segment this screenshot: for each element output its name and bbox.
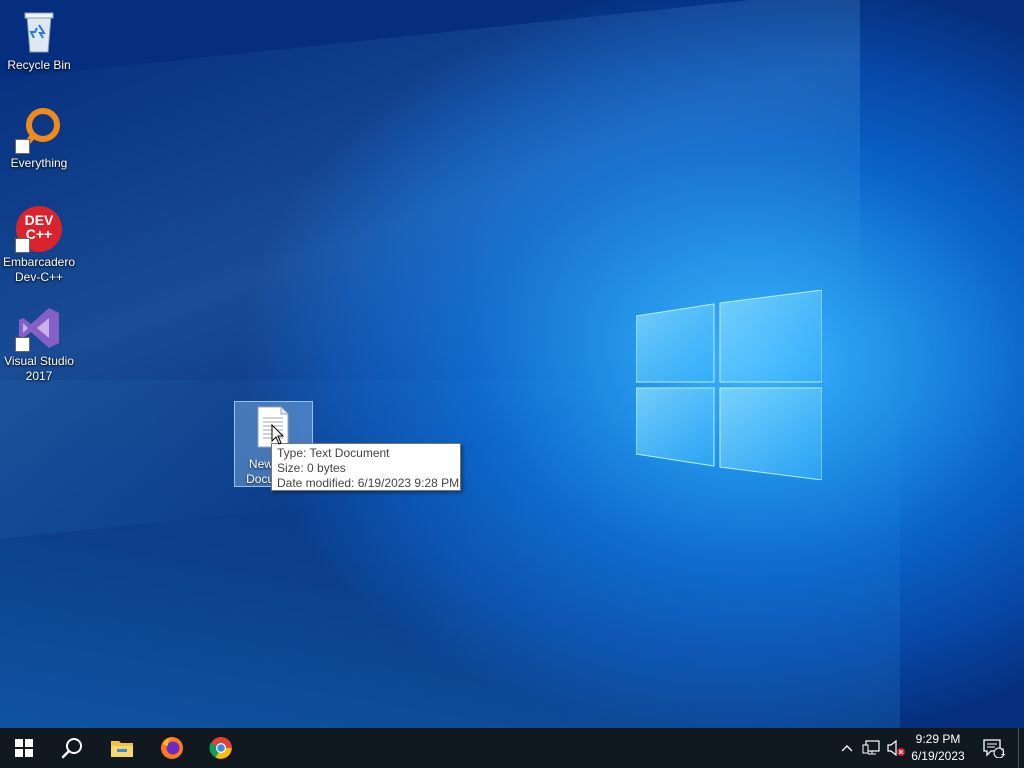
tooltip-type: Type: Text Document [277, 446, 390, 460]
desktop-icon-everything[interactable]: Everything [0, 106, 78, 171]
desktop-icon-visual-studio[interactable]: Visual Studio 2017 [0, 304, 78, 384]
show-hidden-icons-button[interactable] [836, 728, 858, 768]
shortcut-arrow-icon [15, 337, 30, 352]
file-explorer-button[interactable] [98, 728, 146, 768]
notification-count: 1 [1000, 747, 1006, 757]
start-icon [15, 739, 33, 757]
desktop[interactable]: Recycle Bin Everything DEV C++ Embarcade… [0, 0, 1024, 728]
tooltip-size: Size: 0 bytes [277, 461, 346, 475]
taskbar: 9:29 PM 6/19/2023 1 [0, 728, 1024, 768]
network-icon [862, 740, 880, 755]
firefox-button[interactable] [148, 728, 196, 768]
dev-cpp-logo-text: DEV C++ [24, 212, 54, 242]
desktop-icon-label: Everything [10, 156, 68, 170]
chrome-button[interactable] [197, 728, 245, 768]
clock-time: 9:29 PM [915, 732, 961, 746]
search-icon [61, 738, 82, 759]
search-button[interactable] [48, 728, 96, 768]
chrome-icon [209, 737, 232, 759]
system-clock[interactable]: 9:29 PM 6/19/2023 [898, 728, 978, 768]
visual-studio-icon [15, 304, 63, 352]
firefox-icon [161, 737, 183, 759]
dev-cpp-icon: DEV C++ [15, 205, 63, 253]
mouse-cursor-icon [271, 424, 285, 445]
action-center-button[interactable]: 1 [978, 728, 1008, 768]
network-button[interactable] [859, 728, 883, 768]
desktop-icon-dev-cpp[interactable]: DEV C++ Embarcadero Dev-C++ [0, 205, 78, 285]
start-button[interactable] [0, 728, 48, 768]
windows-logo-wallpaper [636, 290, 822, 480]
desktop-icon-label: Recycle Bin [7, 58, 71, 72]
show-desktop-button[interactable] [1018, 728, 1024, 768]
shortcut-arrow-icon [15, 139, 30, 154]
desktop-icon-label: Embarcadero Dev-C++ [2, 255, 76, 284]
shortcut-arrow-icon [15, 238, 30, 253]
chevron-up-icon [841, 745, 853, 752]
file-explorer-icon [111, 741, 133, 757]
recycle-bin-icon [15, 8, 63, 56]
desktop-icon-label: Visual Studio 2017 [4, 354, 74, 383]
tooltip-date-modified: Date modified: 6/19/2023 9:28 PM [277, 476, 460, 490]
file-info-tooltip: Type: Text Document Size: 0 bytes Date m… [271, 443, 461, 491]
desktop-icon-recycle-bin[interactable]: Recycle Bin [0, 8, 78, 73]
clock-date: 6/19/2023 [911, 749, 965, 763]
everything-search-icon [15, 106, 63, 154]
